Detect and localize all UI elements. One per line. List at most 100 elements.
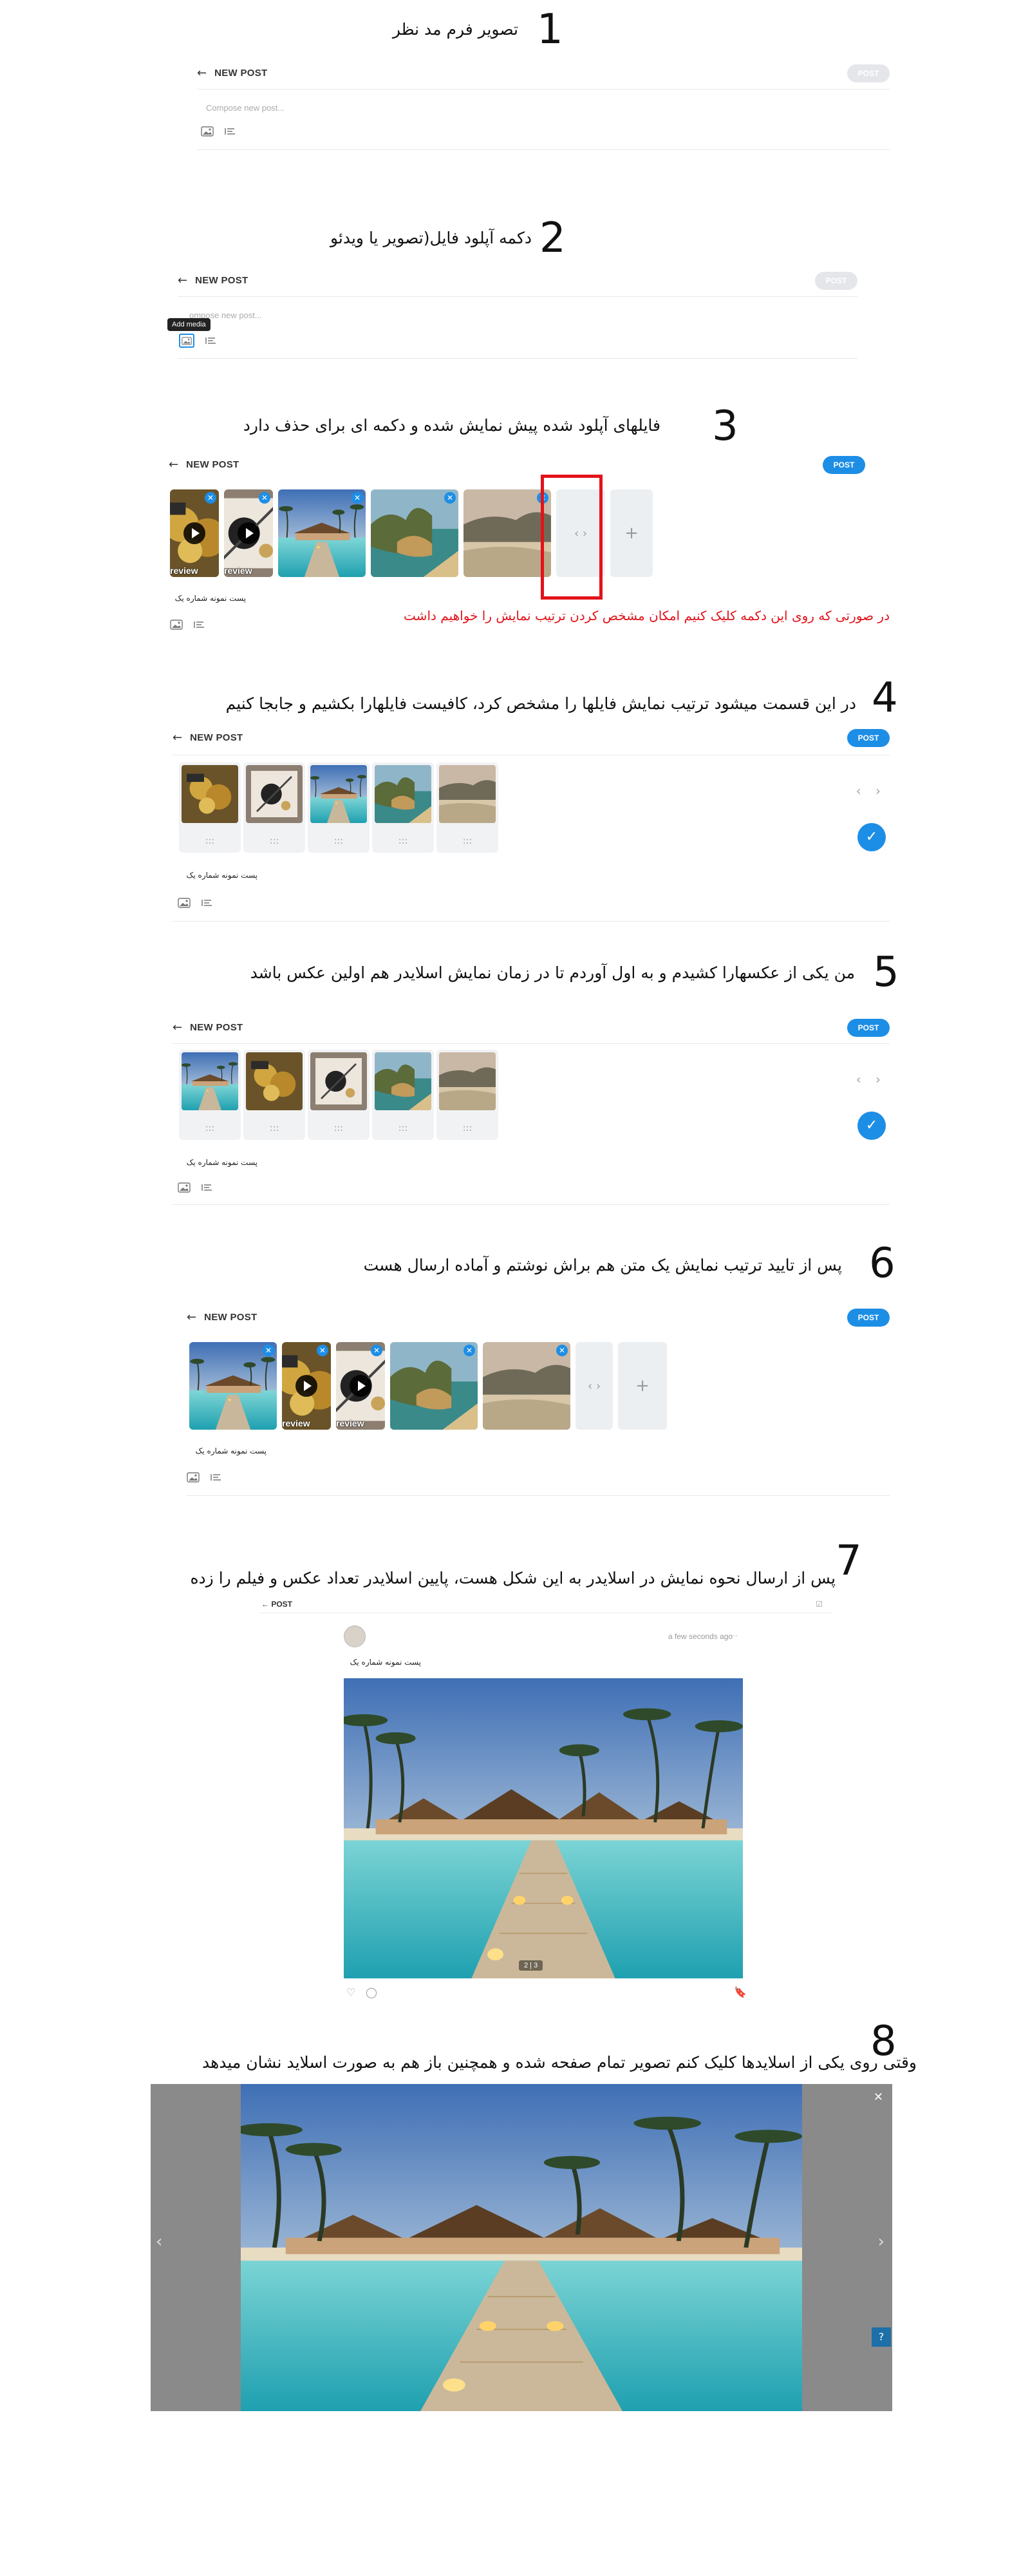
grip-icon[interactable]: :::	[308, 1123, 370, 1133]
gif-icon[interactable]	[210, 1472, 223, 1482]
back-arrow-icon[interactable]: ←	[169, 458, 178, 471]
close-icon[interactable]: ✕	[556, 1345, 568, 1356]
media-thumb[interactable]: review ✕	[170, 489, 219, 577]
gif-icon[interactable]	[205, 336, 218, 346]
media-thumb[interactable]: ✕	[464, 489, 551, 577]
back-arrow-icon[interactable]: ←	[261, 1600, 271, 1609]
image-icon[interactable]	[187, 1472, 200, 1482]
help-icon[interactable]: ?	[872, 2327, 891, 2347]
play-icon	[295, 1375, 317, 1397]
more-icon[interactable]: ···	[730, 1631, 738, 1640]
close-icon[interactable]: ✕	[259, 492, 270, 504]
plus-icon: +	[635, 1376, 650, 1396]
sortable-item[interactable]: :::	[372, 762, 434, 853]
post-button[interactable]: POST	[847, 729, 890, 747]
preview-label: review	[224, 565, 252, 576]
grip-icon[interactable]: :::	[436, 1123, 498, 1133]
add-media-button[interactable]: +	[618, 1342, 667, 1430]
bookmark-icon[interactable]: 🔖	[734, 1986, 747, 1999]
confirm-order-button[interactable]: ✓	[857, 823, 886, 851]
close-icon[interactable]: ✕	[205, 492, 216, 504]
back-arrow-icon[interactable]: ←	[197, 66, 207, 80]
media-thumb[interactable]: ✕	[483, 1342, 570, 1430]
close-icon[interactable]: ✕	[371, 1345, 382, 1356]
sortable-item[interactable]: :::	[179, 1050, 241, 1140]
add-media-button[interactable]: +	[610, 489, 653, 577]
media-thumb[interactable]: ✕	[189, 1342, 277, 1430]
grip-icon[interactable]: :::	[308, 836, 370, 846]
media-thumb[interactable]: ✕	[371, 489, 458, 577]
composer-title: NEW POST	[195, 274, 248, 286]
media-thumb[interactable]: ✕	[278, 489, 366, 577]
sortable-item[interactable]: :::	[179, 762, 241, 853]
post-text[interactable]: پست نمونه شماره یک	[180, 871, 258, 880]
image-icon[interactable]	[201, 126, 214, 137]
avatar[interactable]	[344, 1625, 366, 1647]
play-icon	[350, 1375, 371, 1397]
close-icon[interactable]: ✕	[874, 2090, 883, 2104]
back-arrow-icon[interactable]: ←	[173, 731, 182, 744]
step-1-number: 1	[537, 6, 563, 53]
sortable-item[interactable]: :::	[372, 1050, 434, 1140]
feed-post: ← POST ☑ a few seconds ago ··· پست نمونه…	[260, 1596, 832, 2021]
post-button[interactable]: POST	[823, 456, 865, 474]
composer-header: ← NEW POST POST	[169, 451, 865, 478]
post-text[interactable]: پست نمونه شماره یک	[169, 594, 246, 603]
fullscreen-image[interactable]	[241, 2084, 802, 2411]
grip-icon[interactable]: :::	[372, 836, 434, 846]
step-2-number: 2	[539, 214, 566, 262]
add-media-button[interactable]	[179, 334, 194, 348]
image-icon[interactable]	[170, 620, 183, 630]
back-arrow-icon[interactable]: ←	[178, 274, 187, 287]
sortable-item[interactable]: :::	[436, 762, 498, 853]
slider[interactable]: 2 | 3	[344, 1678, 743, 1978]
step-2-caption: دکمه آپلود فایل(تصویر یا ویدئو	[330, 229, 532, 247]
back-arrow-icon[interactable]: ←	[187, 1311, 196, 1324]
grip-icon[interactable]: :::	[372, 1123, 434, 1133]
post-text[interactable]: پست نمونه شماره یک	[180, 1158, 258, 1167]
post-time: a few seconds ago	[668, 1632, 733, 1641]
play-icon	[183, 522, 205, 544]
close-icon[interactable]: ✕	[317, 1345, 328, 1356]
post-button[interactable]: POST	[847, 1309, 890, 1327]
heart-icon[interactable]: ♡	[346, 1986, 355, 1999]
sortable-item[interactable]: :::	[436, 1050, 498, 1140]
image-icon[interactable]	[178, 1182, 191, 1193]
sortable-item[interactable]: :::	[243, 762, 305, 853]
close-icon[interactable]: ✕	[444, 492, 456, 504]
close-icon[interactable]: ✕	[464, 1345, 475, 1356]
image-icon[interactable]	[178, 898, 191, 908]
media-thumb[interactable]: review ✕	[224, 489, 273, 577]
close-icon[interactable]: ✕	[351, 492, 363, 504]
media-thumb[interactable]: ✕	[390, 1342, 478, 1430]
grip-icon[interactable]: :::	[243, 1123, 305, 1133]
grip-icon[interactable]: :::	[436, 836, 498, 846]
comment-icon[interactable]: ◯	[366, 1986, 377, 1999]
confirm-order-button[interactable]: ✓	[857, 1112, 886, 1140]
grip-icon[interactable]: :::	[179, 1123, 241, 1133]
grip-icon[interactable]: :::	[243, 836, 305, 846]
post-button[interactable]: POST	[847, 64, 890, 82]
chevron-right-icon[interactable]: ›	[878, 2232, 885, 2251]
sortable-item[interactable]: :::	[308, 762, 370, 853]
compose-input[interactable]: Compose new post...	[206, 103, 285, 113]
slide-image[interactable]	[344, 1678, 743, 1978]
gif-icon[interactable]	[201, 1182, 214, 1193]
sortable-item[interactable]: :::	[308, 1050, 370, 1140]
media-thumb[interactable]: review ✕	[282, 1342, 331, 1430]
composer-toolbar	[187, 1472, 223, 1482]
gif-icon[interactable]	[201, 898, 214, 908]
post-button[interactable]: POST	[815, 272, 857, 290]
back-arrow-icon[interactable]: ←	[173, 1021, 182, 1034]
gif-icon[interactable]	[224, 126, 237, 137]
chevron-left-icon[interactable]: ‹	[156, 2232, 162, 2251]
reorder-button[interactable]: ‹ ›	[576, 1342, 613, 1430]
media-thumb[interactable]: review ✕	[336, 1342, 385, 1430]
post-button[interactable]: POST	[847, 1019, 890, 1037]
post-text[interactable]: پست نمونه شماره یک	[189, 1446, 267, 1455]
divider	[173, 1043, 890, 1044]
grip-icon[interactable]: :::	[179, 836, 241, 846]
sortable-item[interactable]: :::	[243, 1050, 305, 1140]
close-icon[interactable]: ✕	[263, 1345, 274, 1356]
gif-icon[interactable]	[193, 620, 206, 630]
